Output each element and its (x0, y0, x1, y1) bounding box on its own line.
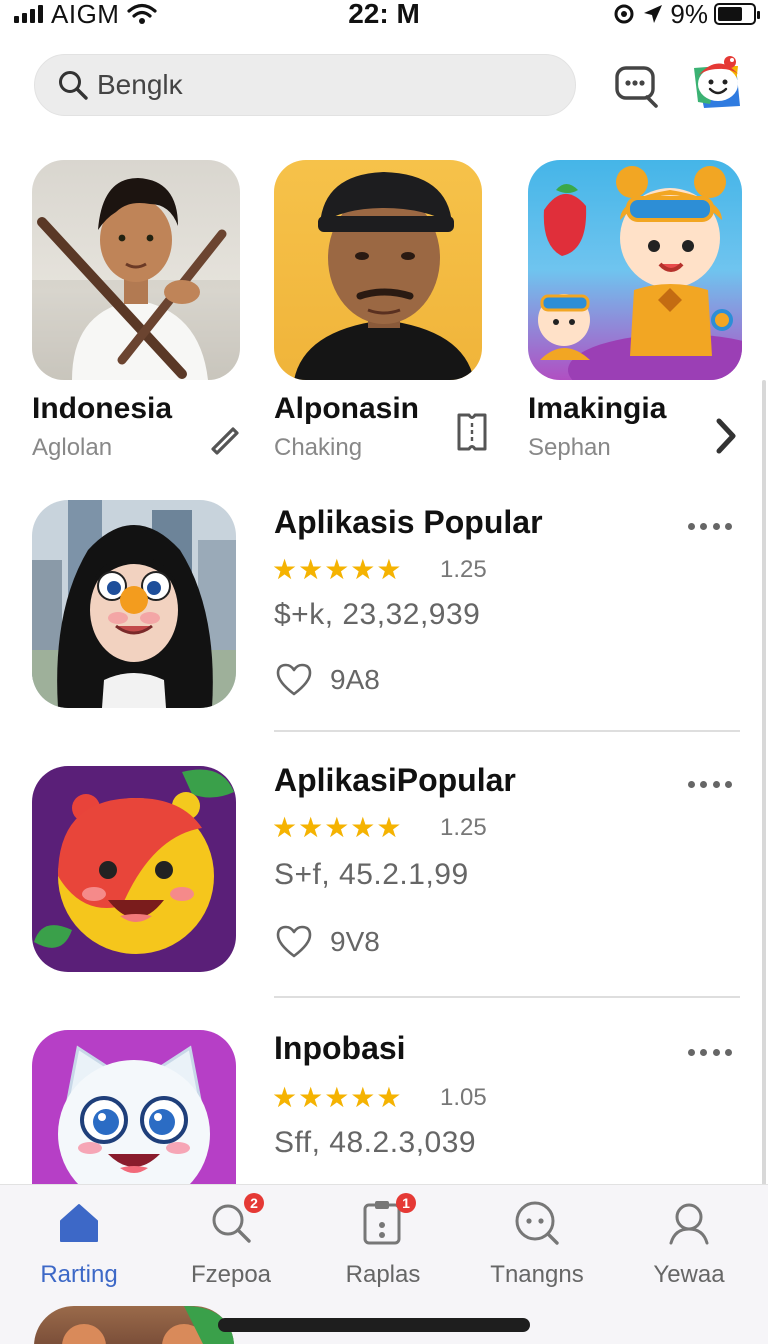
like-group: 9A8 (274, 662, 380, 698)
price: S+f, 45.2.1,99 (274, 858, 469, 891)
featured-subtitle: Sephan (528, 434, 611, 461)
clipboard-icon: 1 (358, 1193, 416, 1249)
emoji-face-illustration (32, 766, 236, 972)
person-photo-illustration (32, 178, 240, 380)
status-right: 9% (612, 0, 760, 29)
featured-card-2[interactable]: Alponasin Chaking (274, 160, 488, 461)
star-rating: ★★★★★ ★★★★★ (272, 554, 403, 585)
more-options-button[interactable] (686, 772, 734, 796)
hijab-avatar-illustration (32, 500, 236, 708)
rating-value: 1.25 (440, 556, 487, 583)
tab-label: Fzepoa (190, 1261, 272, 1288)
app-title: Aplikasis Popular (274, 504, 543, 540)
featured-subtitle: Aglolan (32, 434, 113, 461)
featured-next-button[interactable] (706, 416, 746, 456)
tab-label: Rarting (40, 1261, 118, 1288)
featured-subtitle: Chaking (274, 434, 363, 461)
notification-badge: 2 (244, 1193, 264, 1213)
wifi-icon (127, 3, 158, 24)
tab-label: Raplas (345, 1261, 421, 1288)
like-group: 9V8 (274, 924, 380, 960)
notification-badge: 1 (396, 1193, 416, 1213)
tab-home[interactable]: Rarting (4, 1197, 154, 1297)
featured-title: Alponasin (274, 392, 420, 425)
carrier-name: AIGM (51, 0, 120, 29)
featured-thumbnail (274, 160, 482, 380)
status-bar: AIGM 22: M 9% (0, 0, 768, 30)
battery-fill (718, 7, 742, 21)
featured-action-button[interactable] (452, 412, 492, 452)
search-bar[interactable] (34, 54, 576, 116)
like-count: 9A8 (330, 664, 380, 695)
mascot-button[interactable] (690, 54, 746, 112)
featured-action-button[interactable] (204, 418, 244, 458)
tab-messages[interactable]: Tnangns (462, 1197, 612, 1297)
app-icon (32, 766, 236, 972)
search-input[interactable] (97, 69, 537, 101)
app-icon (32, 500, 236, 708)
rating-row: ★★★★★ ★★★★★ 1.25 (272, 814, 487, 842)
divider (274, 730, 740, 732)
price: Sff, 48.2.3,039 (274, 1126, 477, 1159)
featured-title: Indonesia (32, 392, 173, 425)
star-rating: ★★★★★ ★★★★★ (272, 1082, 403, 1113)
app-title: Inpobasi (274, 1030, 406, 1066)
tab-profile[interactable]: Yewaa (614, 1197, 764, 1297)
home-indicator (218, 1318, 530, 1332)
divider (274, 996, 740, 998)
tab-label: Yewaa (653, 1261, 725, 1288)
featured-card-1[interactable]: Indonesia Aglolan (32, 160, 246, 461)
price: $+k, 23,32,939 (274, 598, 481, 631)
app-icon (32, 1030, 236, 1190)
tab-clipboard[interactable]: 1 Raplas (308, 1193, 458, 1297)
location-arrow-icon (644, 5, 663, 23)
search-icon (59, 71, 88, 100)
mascot-avatar-icon (694, 56, 740, 108)
chevron-right-icon (716, 418, 736, 454)
pencil-icon (211, 427, 239, 455)
profile-icon (664, 1197, 714, 1249)
more-options-button[interactable] (686, 1040, 734, 1064)
status-left: AIGM (14, 0, 158, 29)
featured-thumbnail (32, 160, 240, 380)
app-title: AplikasiPopular (274, 762, 516, 798)
star-rating: ★★★★★ ★★★★★ (272, 812, 403, 843)
signal-icon (14, 5, 43, 23)
featured-card-3[interactable]: Imakingia Sephan (528, 160, 742, 461)
like-count: 9V8 (330, 926, 380, 957)
scroll-indicator[interactable] (762, 380, 766, 1200)
tab-label: Tnangns (490, 1261, 584, 1288)
heart-icon[interactable] (274, 662, 314, 698)
featured-title: Imakingia (528, 392, 667, 425)
cartoon-characters-illustration (538, 166, 742, 380)
cat-face-illustration (32, 1030, 236, 1190)
tab-search[interactable]: 2 Fzepoa (156, 1193, 306, 1297)
next-app-icon-peek (34, 1306, 234, 1344)
battery-percent: 9% (670, 0, 708, 29)
ticket-icon (457, 413, 487, 451)
chat-button[interactable] (610, 60, 664, 114)
chat-bubble-icon (615, 66, 658, 108)
battery-icon (714, 3, 760, 25)
rating-row: ★★★★★ ★★★★★ 1.05 (272, 1084, 487, 1112)
rating-value: 1.25 (440, 814, 487, 841)
home-icon (54, 1197, 104, 1249)
featured-thumbnail (528, 160, 742, 380)
location-ring-icon (614, 4, 634, 24)
rating-value: 1.05 (440, 1084, 487, 1111)
more-options-button[interactable] (686, 514, 734, 538)
chat-search-icon (512, 1197, 562, 1249)
search-icon: 2 (206, 1193, 264, 1249)
rating-row: ★★★★★ ★★★★★ 1.25 (272, 556, 487, 584)
person-photo-illustration (294, 172, 474, 380)
heart-icon[interactable] (274, 924, 314, 960)
